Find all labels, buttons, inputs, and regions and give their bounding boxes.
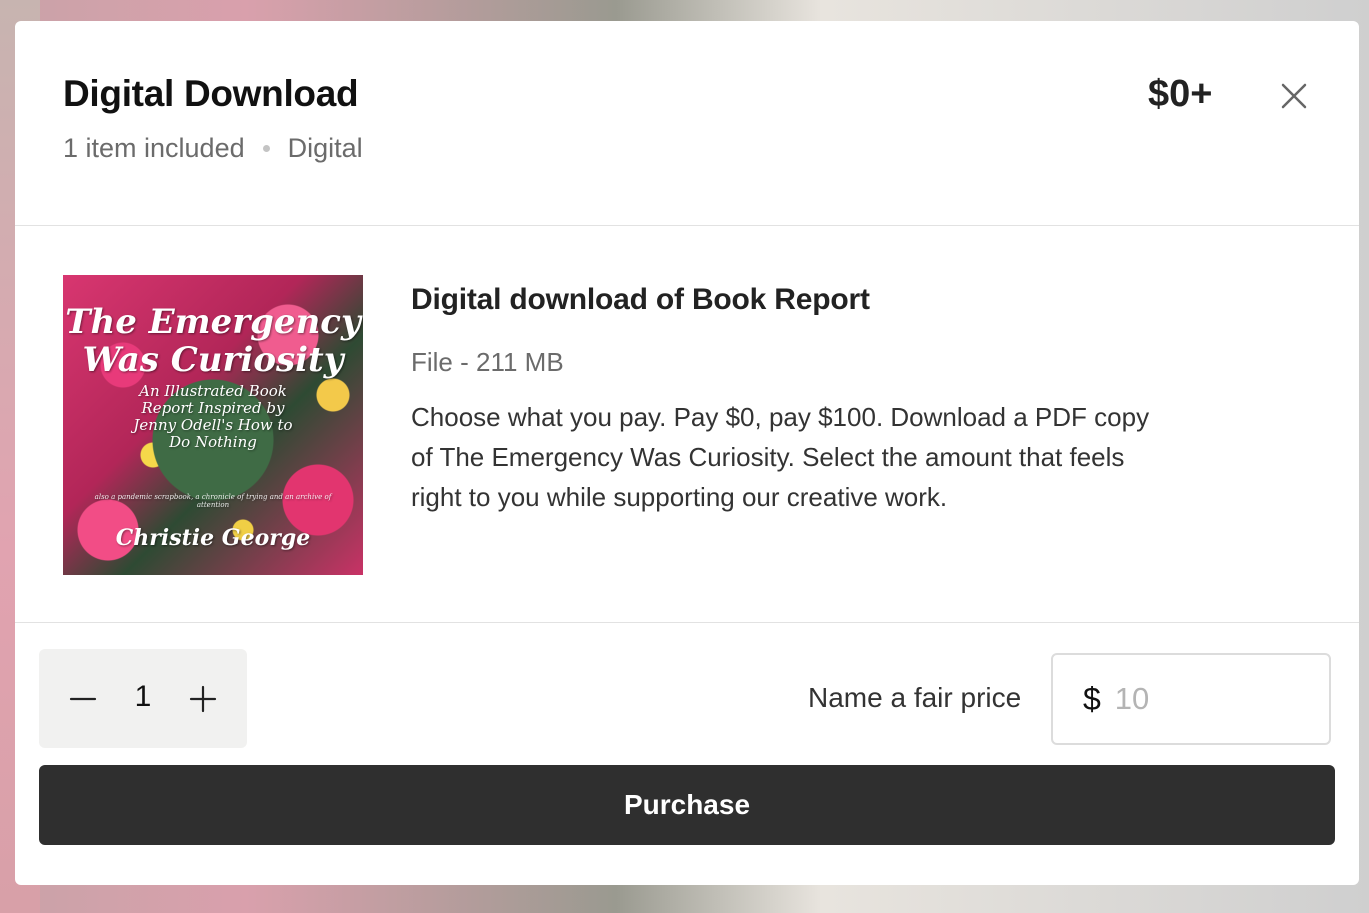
item-title: Digital download of Book Report bbox=[411, 283, 870, 316]
book-cover-image: The Emergency Was Curiosity An Illustrat… bbox=[63, 275, 363, 575]
cover-subtitle: An Illustrated Book Report Inspired by J… bbox=[133, 382, 293, 451]
fair-price-input[interactable] bbox=[1114, 681, 1295, 717]
cover-tagline: also a pandemic scrapbook, a chronicle o… bbox=[94, 493, 332, 509]
quantity-stepper: 1 bbox=[39, 649, 247, 748]
close-icon bbox=[1281, 83, 1307, 109]
currency-symbol: $ bbox=[1083, 680, 1101, 717]
purchase-button[interactable]: Purchase bbox=[39, 765, 1335, 845]
item-section: The Emergency Was Curiosity An Illustrat… bbox=[15, 227, 1359, 623]
quantity-value: 1 bbox=[134, 680, 152, 713]
fair-price-field[interactable]: $ bbox=[1051, 653, 1331, 745]
purchase-modal: Digital Download 1 item included Digital… bbox=[15, 21, 1359, 885]
plus-icon bbox=[189, 685, 217, 713]
decrease-quantity-button[interactable] bbox=[63, 679, 103, 719]
modal-subtitle: 1 item included Digital bbox=[63, 133, 363, 164]
items-included-text: 1 item included bbox=[63, 133, 245, 163]
cover-title: The Emergency Was Curiosity bbox=[65, 302, 361, 380]
modal-header: Digital Download 1 item included Digital… bbox=[15, 21, 1359, 226]
fair-price-label: Name a fair price bbox=[808, 682, 1022, 713]
increase-quantity-button[interactable] bbox=[183, 679, 223, 719]
minus-icon bbox=[69, 697, 97, 701]
modal-title: Digital Download bbox=[63, 73, 359, 114]
separator-dot-icon bbox=[262, 145, 270, 152]
item-file-info: File - 211 MB bbox=[411, 347, 564, 377]
product-type-text: Digital bbox=[287, 133, 363, 163]
cover-author: Christie George bbox=[115, 525, 311, 551]
price-label: $0+ bbox=[1148, 73, 1213, 115]
item-description: Choose what you pay. Pay $0, pay $100. D… bbox=[411, 402, 1150, 512]
close-button[interactable] bbox=[1277, 79, 1311, 113]
